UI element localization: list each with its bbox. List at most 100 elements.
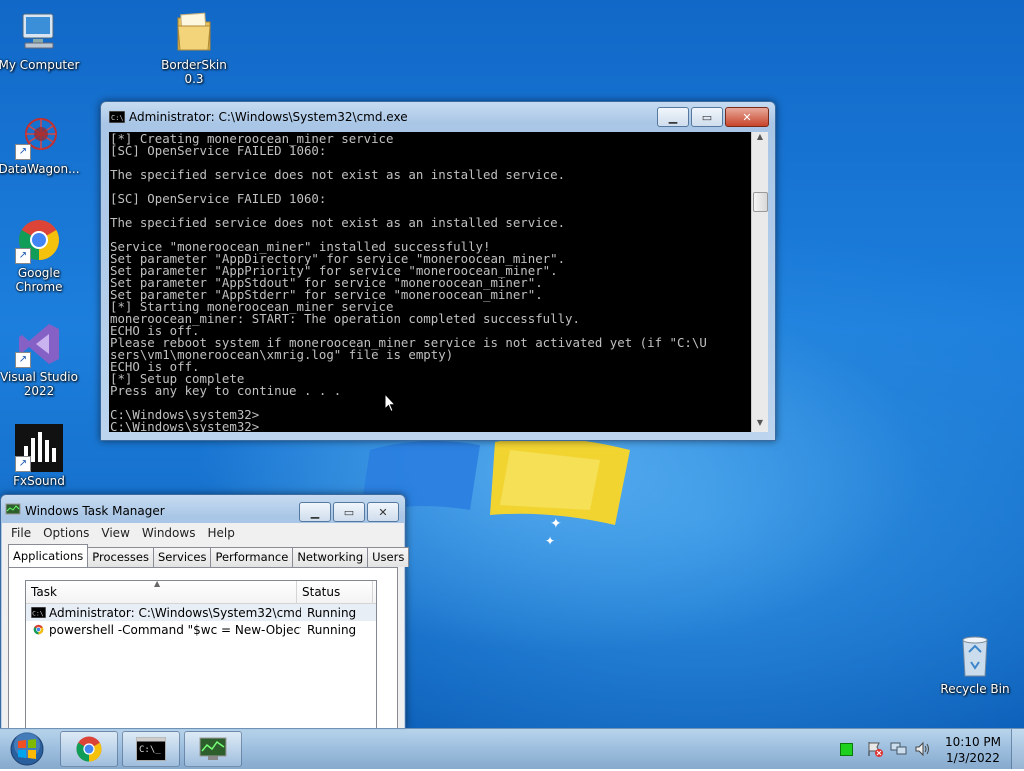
tab-applications[interactable]: Applications bbox=[8, 544, 89, 568]
green-status-icon[interactable] bbox=[840, 743, 853, 756]
task-manager-body: File Options View Windows Help Applicati… bbox=[2, 523, 410, 729]
svg-text:C:\_: C:\_ bbox=[139, 745, 161, 755]
desktop-icon-label: Google Chrome bbox=[15, 266, 63, 294]
tab-services[interactable]: Services bbox=[152, 547, 212, 567]
tab-users[interactable]: Users bbox=[367, 547, 410, 567]
desktop-icon-datawagon[interactable]: ↗ DataWagon... bbox=[0, 112, 81, 176]
maximize-button[interactable]: ▭ bbox=[691, 107, 723, 127]
task-name: Administrator: C:\Windows\System32\cmd.e… bbox=[49, 605, 301, 620]
maximize-icon: ▭ bbox=[701, 110, 713, 124]
task-manager-icon bbox=[199, 737, 227, 760]
taskbar: C:\_ 10:10 PM 1/3/2022 bbox=[0, 728, 1024, 769]
volume-icon[interactable] bbox=[914, 741, 932, 757]
scrollbar-thumb[interactable] bbox=[753, 192, 768, 212]
windows-start-icon bbox=[10, 732, 44, 766]
console-scrollbar[interactable]: ▲ ▼ bbox=[751, 132, 768, 432]
cmd-window-controls: ▁ ▭ ✕ bbox=[655, 107, 769, 127]
applications-panel: Task ▲ Status C:\ Administrator: C:\Wind… bbox=[8, 567, 398, 729]
close-button[interactable]: ✕ bbox=[367, 502, 399, 522]
table-row[interactable]: powershell -Command "$wc = New-Object Sy… bbox=[26, 621, 376, 638]
computer-icon bbox=[15, 8, 63, 56]
mouse-cursor-icon bbox=[384, 393, 396, 413]
task-manager-controls: ▁ ▭ ✕ bbox=[297, 502, 399, 522]
task-manager-titlebar[interactable]: Windows Task Manager ▁ ▭ ✕ bbox=[1, 495, 405, 525]
visual-studio-icon: ↗ bbox=[15, 320, 63, 368]
task-status: Running bbox=[307, 622, 357, 637]
column-header-task[interactable]: Task ▲ bbox=[26, 579, 297, 603]
svg-text:C:\: C:\ bbox=[32, 609, 44, 617]
desktop-icon-recycle-bin[interactable]: Recycle Bin bbox=[933, 632, 1017, 696]
desktop-icon-label: Visual Studio 2022 bbox=[0, 370, 78, 398]
tab-processes[interactable]: Processes bbox=[87, 547, 154, 567]
menu-bar: File Options View Windows Help bbox=[2, 523, 404, 543]
shortcut-arrow-icon: ↗ bbox=[15, 352, 31, 368]
shortcut-arrow-icon: ↗ bbox=[15, 456, 31, 472]
maximize-button[interactable]: ▭ bbox=[333, 502, 365, 522]
sort-ascending-icon: ▲ bbox=[154, 579, 161, 588]
cmd-icon: C:\ bbox=[31, 607, 46, 618]
task-cell: powershell -Command "$wc = New-Object Sy… bbox=[26, 623, 301, 637]
system-tray: 10:10 PM 1/3/2022 bbox=[834, 729, 1024, 769]
desktop-icon-label: FxSound bbox=[13, 474, 65, 488]
tab-networking[interactable]: Networking bbox=[292, 547, 369, 567]
minimize-icon: ▁ bbox=[310, 505, 320, 519]
chrome-icon bbox=[76, 736, 102, 762]
minimize-button[interactable]: ▁ bbox=[657, 107, 689, 127]
desktop-icon-borderskin[interactable]: BorderSkin 0.3 bbox=[152, 8, 236, 86]
task-list[interactable]: Task ▲ Status C:\ Administrator: C:\Wind… bbox=[25, 579, 377, 729]
task-manager-title: Windows Task Manager bbox=[25, 504, 165, 518]
console-area[interactable]: [*] Creating moneroocean_miner service [… bbox=[109, 132, 751, 432]
taskbar-button-cmd[interactable]: C:\_ bbox=[122, 731, 180, 767]
cmd-titlebar[interactable]: C:\ Administrator: C:\Windows\System32\c… bbox=[101, 102, 775, 132]
fxsound-icon: ↗ bbox=[15, 424, 63, 472]
scroll-up-icon[interactable]: ▲ bbox=[752, 132, 768, 146]
start-button[interactable] bbox=[4, 730, 50, 768]
shortcut-arrow-icon: ↗ bbox=[15, 248, 31, 264]
desktop-icon-my-computer[interactable]: My Computer bbox=[0, 8, 81, 72]
column-header-task-label: Task bbox=[31, 585, 57, 599]
task-list-header: Task ▲ Status bbox=[26, 579, 376, 604]
network-icon[interactable] bbox=[890, 741, 908, 757]
taskbar-button-task-manager[interactable] bbox=[184, 731, 242, 767]
tab-performance[interactable]: Performance bbox=[210, 547, 294, 567]
menu-windows[interactable]: Windows bbox=[136, 526, 202, 540]
svg-text:✦: ✦ bbox=[550, 516, 562, 532]
desktop-icon-fxsound[interactable]: ↗ FxSound bbox=[0, 424, 81, 488]
close-icon: ✕ bbox=[742, 110, 752, 124]
menu-view[interactable]: View bbox=[95, 526, 135, 540]
cmd-window-title: Administrator: C:\Windows\System32\cmd.e… bbox=[129, 110, 408, 124]
tab-strip: Applications Processes Services Performa… bbox=[8, 544, 410, 568]
minimize-button[interactable]: ▁ bbox=[299, 502, 331, 522]
taskbar-button-chrome[interactable] bbox=[60, 731, 118, 767]
maximize-icon: ▭ bbox=[343, 505, 355, 519]
task-cell: C:\ Administrator: C:\Windows\System32\c… bbox=[26, 606, 301, 620]
chrome-icon bbox=[33, 624, 44, 635]
scroll-down-icon[interactable]: ▼ bbox=[752, 418, 768, 432]
desktop-icon-label: BorderSkin 0.3 bbox=[161, 58, 227, 86]
chrome-icon: ↗ bbox=[15, 216, 63, 264]
task-manager-icon bbox=[5, 503, 21, 515]
desktop-icon-label: Recycle Bin bbox=[940, 682, 1010, 696]
close-icon: ✕ bbox=[378, 505, 388, 519]
clock[interactable]: 10:10 PM 1/3/2022 bbox=[938, 734, 1008, 766]
menu-file[interactable]: File bbox=[5, 526, 37, 540]
desktop-icon-visual-studio[interactable]: ↗ Visual Studio 2022 bbox=[0, 320, 81, 398]
menu-help[interactable]: Help bbox=[201, 526, 240, 540]
desktop-icon-google-chrome[interactable]: ↗ Google Chrome bbox=[0, 216, 81, 294]
svg-text:✦: ✦ bbox=[545, 534, 555, 548]
close-button[interactable]: ✕ bbox=[725, 107, 769, 127]
cmd-window[interactable]: C:\ Administrator: C:\Windows\System32\c… bbox=[100, 101, 776, 441]
task-manager-window[interactable]: Windows Task Manager ▁ ▭ ✕ File Options … bbox=[0, 494, 410, 730]
recycle-bin-icon bbox=[951, 632, 999, 680]
clock-time: 10:10 PM bbox=[945, 735, 1001, 749]
folder-icon bbox=[170, 8, 218, 56]
task-status: Running bbox=[307, 605, 357, 620]
desktop-icon-label: My Computer bbox=[0, 58, 80, 72]
table-row[interactable]: C:\ Administrator: C:\Windows\System32\c… bbox=[26, 604, 376, 621]
svg-text:C:\: C:\ bbox=[111, 114, 124, 122]
action-center-flag-icon[interactable] bbox=[866, 741, 884, 757]
clock-date: 1/3/2022 bbox=[946, 751, 1000, 765]
menu-options[interactable]: Options bbox=[37, 526, 95, 540]
show-desktop-button[interactable] bbox=[1011, 729, 1024, 769]
column-header-status[interactable]: Status bbox=[297, 581, 373, 603]
